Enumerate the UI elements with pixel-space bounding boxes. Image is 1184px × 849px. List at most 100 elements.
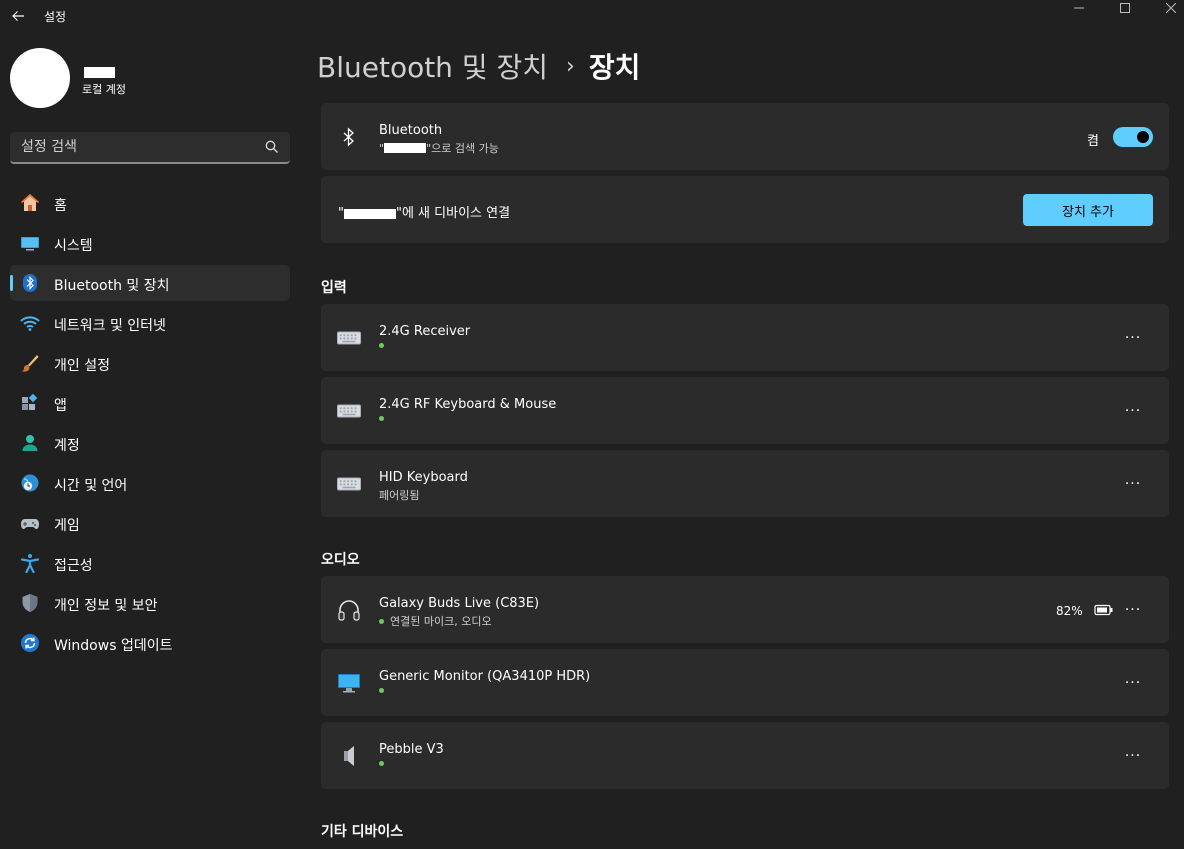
sidebar-item-network[interactable]: 네트워크 및 인터넷	[10, 305, 290, 341]
add-device-button[interactable]: 장치 추가	[1023, 194, 1153, 226]
add-device-text-suffix: "에 새 디바이스 연결	[395, 206, 511, 221]
monitor-icon	[337, 671, 361, 695]
breadcrumb-parent[interactable]: Bluetooth 및 장치	[317, 46, 548, 86]
home-icon	[20, 193, 40, 213]
battery-icon	[1094, 604, 1113, 616]
sidebar-item-accessibility[interactable]: 접근성	[10, 545, 290, 581]
sidebar-item-label: 접근성	[54, 558, 93, 574]
globe-clock-icon	[20, 473, 40, 493]
close-button[interactable]	[1148, 0, 1184, 16]
device-card[interactable]: HID Keyboard 페어링됨 ···	[321, 450, 1169, 517]
sidebar-item-label: 개인 설정	[54, 358, 110, 374]
sidebar-item-label: 홈	[54, 198, 67, 214]
device-card[interactable]: 2.4G RF Keyboard & Mouse ···	[321, 377, 1169, 444]
search-box	[10, 132, 290, 164]
search-input[interactable]	[10, 132, 256, 162]
battery-percentage: 82%	[1056, 604, 1083, 618]
more-options-button[interactable]: ···	[1121, 401, 1145, 421]
app-title: 설정	[44, 10, 67, 24]
section-other-heading: 기타 디바이스	[321, 824, 404, 840]
connected-indicator	[379, 343, 384, 348]
section-input-heading: 입력	[321, 280, 347, 296]
speaker-icon	[337, 744, 361, 768]
sidebar-item-apps[interactable]: 앱	[10, 385, 290, 421]
connected-indicator	[379, 618, 384, 624]
sidebar-item-label: Bluetooth 및 장치	[54, 278, 170, 294]
page-title: 장치	[588, 51, 641, 84]
device-name: HID Keyboard	[379, 470, 468, 485]
device-name-redacted	[384, 143, 427, 153]
device-status-text: 연결된 마이크, 오디오	[390, 615, 492, 628]
sidebar-item-time-language[interactable]: 시간 및 언어	[10, 465, 290, 501]
sidebar-item-system[interactable]: 시스템	[10, 225, 290, 261]
more-options-button[interactable]: ···	[1121, 474, 1145, 494]
keyboard-icon	[337, 399, 361, 423]
breadcrumb: Bluetooth 및 장치 › 장치	[317, 46, 640, 86]
bluetooth-title: Bluetooth	[379, 123, 443, 138]
sidebar-item-label: Windows 업데이트	[54, 638, 173, 654]
sidebar-item-label: 앱	[54, 398, 67, 414]
section-audio-heading: 오디오	[321, 552, 360, 568]
device-status	[379, 688, 390, 693]
sidebar-item-label: 계정	[54, 438, 80, 454]
sidebar-item-bluetooth[interactable]: Bluetooth 및 장치	[10, 265, 290, 301]
sidebar-item-label: 시스템	[54, 238, 93, 254]
device-card[interactable]: 2.4G Receiver ···	[321, 304, 1169, 371]
wifi-icon	[20, 313, 40, 333]
device-name: Pebble V3	[379, 742, 444, 757]
headphones-icon	[337, 598, 361, 622]
minimize-icon	[1074, 7, 1084, 9]
system-icon	[20, 233, 40, 253]
sidebar-item-label: 네트워크 및 인터넷	[54, 318, 166, 334]
shield-icon	[20, 593, 40, 613]
gamepad-icon	[20, 513, 40, 533]
device-card[interactable]: Galaxy Buds Live (C83E) 연결된 마이크, 오디오 82%…	[321, 576, 1169, 643]
keyboard-icon	[337, 326, 361, 350]
device-card[interactable]: Generic Monitor (QA3410P HDR) ···	[321, 649, 1169, 716]
add-device-card: " "에 새 디바이스 연결 장치 추가	[321, 176, 1169, 243]
sidebar-item-label: 개인 정보 및 보안	[54, 598, 158, 614]
account-type-label: 로컬 계정	[82, 83, 126, 96]
toggle-knob	[1137, 131, 1149, 143]
back-button[interactable]	[6, 4, 30, 28]
more-options-button[interactable]: ···	[1121, 673, 1145, 693]
toggle-state-label: 켬	[1087, 134, 1099, 149]
bluetooth-toggle[interactable]	[1113, 127, 1153, 147]
connected-indicator	[379, 688, 384, 693]
device-status: 연결된 마이크, 오디오	[379, 613, 492, 629]
maximize-button[interactable]	[1102, 0, 1148, 16]
more-options-button[interactable]: ···	[1121, 600, 1145, 620]
device-name: 2.4G RF Keyboard & Mouse	[379, 397, 557, 412]
bluetooth-subtitle: " "으로 검색 가능	[379, 140, 499, 156]
more-options-button[interactable]: ···	[1121, 746, 1145, 766]
search-icon[interactable]	[264, 139, 280, 155]
title-bar: 설정	[0, 0, 1184, 32]
maximize-icon	[1120, 3, 1130, 13]
brush-icon	[20, 353, 40, 373]
device-card[interactable]: Pebble V3 ···	[321, 722, 1169, 789]
bluetooth-icon	[337, 125, 361, 149]
sidebar-item-gaming[interactable]: 게임	[10, 505, 290, 541]
connected-indicator	[379, 416, 384, 421]
more-options-button[interactable]: ···	[1121, 328, 1145, 348]
sidebar-item-home[interactable]: 홈	[10, 185, 290, 221]
apps-icon	[20, 393, 40, 413]
bluetooth-card: Bluetooth " "으로 검색 가능 켬	[321, 103, 1169, 170]
bluetooth-icon	[20, 273, 40, 293]
minimize-button[interactable]	[1056, 0, 1102, 16]
breadcrumb-separator: ›	[566, 53, 575, 79]
sidebar-item-personalization[interactable]: 개인 설정	[10, 345, 290, 381]
add-device-text: " "에 새 디바이스 연결	[338, 202, 510, 221]
sidebar-item-privacy[interactable]: 개인 정보 및 보안	[10, 585, 290, 621]
device-name: 2.4G Receiver	[379, 324, 471, 339]
update-icon	[20, 633, 40, 653]
person-icon	[20, 433, 40, 453]
device-status: 페어링됨	[379, 489, 420, 502]
device-status	[379, 343, 390, 348]
bluetooth-subtitle-suffix: "으로 검색 가능	[426, 142, 499, 155]
sidebar-item-accounts[interactable]: 계정	[10, 425, 290, 461]
avatar[interactable]	[10, 48, 70, 108]
sidebar-item-label: 시간 및 언어	[54, 478, 128, 494]
sidebar-item-windows-update[interactable]: Windows 업데이트	[10, 625, 290, 661]
user-name-redacted	[84, 67, 115, 78]
